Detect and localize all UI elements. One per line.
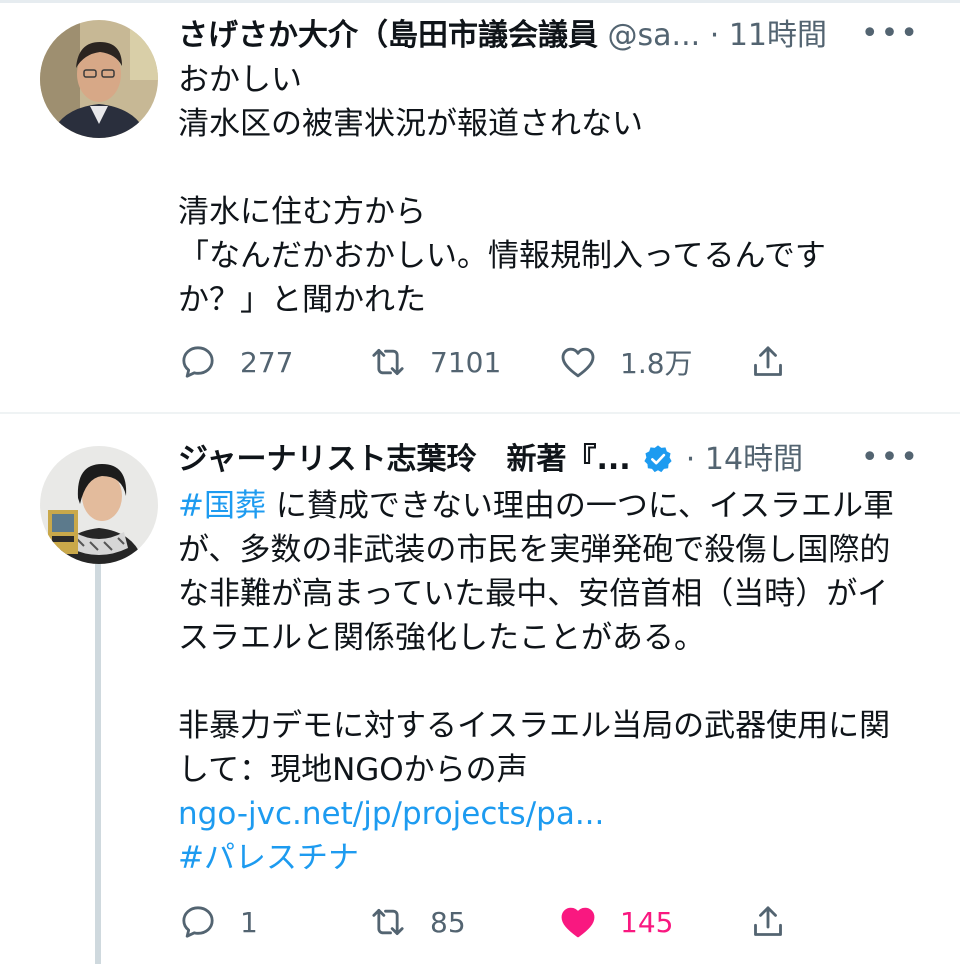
retweet-icon xyxy=(372,908,404,936)
share-button[interactable] xyxy=(748,338,788,386)
share-button[interactable] xyxy=(748,898,788,946)
tweet-actions: 1 85 145 xyxy=(178,898,918,946)
more-options-icon[interactable]: ••• xyxy=(861,16,920,51)
avatar[interactable] xyxy=(40,446,158,564)
heart-icon xyxy=(561,907,595,938)
tweet-text: #国葬 に賛成できない理由の一つに、イスラエル軍 が、多数の非武装の市民を実弾発… xyxy=(178,484,920,880)
timestamp[interactable]: 11時間 xyxy=(729,18,827,53)
tweet-text-line: おかしい xyxy=(178,62,302,98)
like-count: 145 xyxy=(620,905,674,939)
hashtag-link[interactable]: #パレスチナ xyxy=(178,836,920,880)
tweet-text-fragment: に賛成できない理由の一つに、イスラエル軍 xyxy=(265,488,894,524)
reply-icon xyxy=(182,346,214,378)
heart-icon xyxy=(561,347,595,378)
tweet-text-line: #国葬 に賛成できない理由の一つに、イスラエル軍 xyxy=(178,484,920,528)
thread-line xyxy=(95,564,101,964)
share-icon xyxy=(754,346,782,376)
reply-icon xyxy=(182,906,214,938)
retweet-count: 7101 xyxy=(430,345,502,379)
author-handle[interactable]: @sa... xyxy=(608,18,701,53)
avatar[interactable] xyxy=(40,20,158,138)
hashtag-link[interactable]: #国葬 xyxy=(178,488,266,524)
tweet-text-line: な非難が高まっていた最中、安倍首相（当時）がイ xyxy=(178,576,889,612)
tweet[interactable]: ジャーナリスト志葉玲 新著『... · 14時間 ••• #国葬 に賛成できない… xyxy=(0,414,960,964)
share-icon xyxy=(754,906,782,936)
retweet-button[interactable]: 85 xyxy=(368,898,466,946)
tweet-text-line: スラエルと関係強化したことがある。 xyxy=(178,620,705,656)
tweet-text-line: して：現地NGOからの声 xyxy=(178,752,528,788)
retweet-count: 85 xyxy=(430,905,466,939)
separator-dot: · xyxy=(709,18,720,53)
tweet-text-line xyxy=(178,146,920,190)
tweet-text-line: が、多数の非武装の市民を実弾発砲で殺傷し国際的 xyxy=(178,532,891,568)
tweet-text-line: か？」と聞かれた xyxy=(178,282,426,318)
separator-dot: · xyxy=(685,442,696,477)
like-button[interactable]: 145 xyxy=(558,898,673,946)
tweet[interactable]: さげさか大介（島田市議会議員 @sa... · 11時間 ••• おかしい 清水… xyxy=(0,0,960,412)
reply-count: 277 xyxy=(240,345,294,379)
reply-button[interactable]: 1 xyxy=(178,898,258,946)
retweet-button[interactable]: 7101 xyxy=(368,338,501,386)
timestamp[interactable]: 14時間 xyxy=(705,442,803,477)
like-count: 1.8万 xyxy=(620,347,693,380)
reply-button[interactable]: 277 xyxy=(178,338,293,386)
author-name[interactable]: さげさか大介（島田市議会議員 xyxy=(178,16,598,56)
retweet-icon xyxy=(372,348,404,376)
tweet-text: おかしい 清水区の被害状況が報道されない 清水に住む方から 「なんだかおかしい。… xyxy=(178,58,920,322)
tweet-header: ジャーナリスト志葉玲 新著『... · 14時間 xyxy=(178,440,920,480)
tweet-header: さげさか大介（島田市議会議員 @sa... · 11時間 xyxy=(178,16,920,56)
tweet-text-line: 清水に住む方から xyxy=(178,194,426,230)
more-options-icon[interactable]: ••• xyxy=(861,440,920,475)
tweet-actions: 277 7101 1.8万 xyxy=(178,338,918,386)
like-button[interactable]: 1.8万 xyxy=(558,338,693,386)
tweet-text-line: 非暴力デモに対するイスラエル当局の武器使用に関 xyxy=(178,708,891,744)
reply-count: 1 xyxy=(240,905,258,939)
tweet-text-line: 「なんだかおかしい。情報規制入ってるんです xyxy=(178,238,826,274)
url-link[interactable]: ngo-jvc.net/jp/projects/pa... xyxy=(178,792,920,836)
author-name[interactable]: ジャーナリスト志葉玲 新著『... xyxy=(178,440,631,480)
verified-badge-icon xyxy=(644,445,672,473)
tweet-text-line: 清水区の被害状況が報道されない xyxy=(178,106,643,142)
